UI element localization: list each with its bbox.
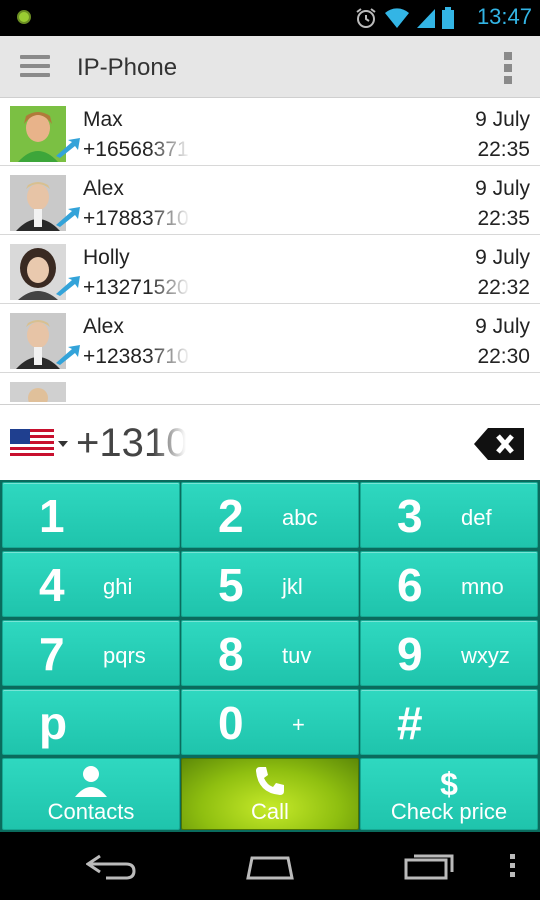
country-dropdown-icon[interactable] [58, 441, 68, 447]
key-letters: wxyz [461, 643, 510, 668]
key-2[interactable]: 2 abc [181, 482, 359, 548]
key-digit: # [397, 697, 423, 749]
contact-number: +12383710 [83, 345, 189, 368]
contact-number: +13271520 [83, 276, 189, 299]
key-digit: 5 [218, 559, 244, 611]
action-bar: IP-Phone [0, 36, 540, 98]
outgoing-call-icon [56, 276, 80, 296]
call-date: 9 July [475, 315, 530, 338]
key-4[interactable]: 4 ghi [2, 551, 180, 617]
key-digit: 3 [397, 490, 423, 542]
call-time: 22:35 [477, 207, 530, 230]
notification-icon [17, 10, 31, 24]
key-digit: 0 [218, 697, 244, 749]
status-icons [354, 6, 454, 30]
call-date: 9 July [475, 246, 530, 269]
contact-name: Holly [83, 246, 130, 269]
person-icon [75, 766, 107, 797]
key-0[interactable]: 0 + [181, 689, 359, 755]
dialed-number-field[interactable]: +1310 [76, 421, 186, 466]
call-time: 22:30 [477, 345, 530, 368]
contact-name: Alex [83, 177, 124, 200]
svg-text:$: $ [440, 766, 458, 799]
status-time: 13:47 [476, 4, 532, 29]
signal-icon [417, 9, 435, 28]
key-letters: pqrs [103, 643, 146, 668]
key-8[interactable]: 8 tuv [181, 620, 359, 686]
key-pause[interactable]: p [2, 689, 180, 755]
recent-apps-icon[interactable] [404, 850, 454, 880]
call-button[interactable]: Call [181, 758, 359, 830]
key-letters: abc [282, 505, 318, 530]
navigation-bar [0, 832, 540, 900]
app-title: IP-Phone [77, 54, 178, 81]
key-digit: 9 [397, 628, 423, 680]
home-icon[interactable] [242, 854, 298, 880]
key-letters: tuv [282, 643, 312, 668]
call-log-row[interactable]: Max +16568371 9 July 22:35 [0, 98, 540, 166]
key-3[interactable]: 3 def [360, 482, 538, 548]
call-log-row[interactable]: Holly +13271520 9 July 22:32 [0, 236, 540, 304]
key-letters: + [292, 712, 305, 737]
menu-icon[interactable] [20, 55, 50, 79]
us-flag-icon[interactable] [10, 429, 54, 459]
key-digit: 8 [218, 628, 244, 680]
back-icon[interactable] [86, 854, 136, 880]
key-9[interactable]: 9 wxyz [360, 620, 538, 686]
key-digit: 2 [218, 490, 244, 542]
call-date: 9 July [475, 108, 530, 131]
dial-input-bar: +1310 [0, 404, 540, 480]
backspace-icon[interactable] [474, 426, 526, 462]
key-5[interactable]: 5 jkl [181, 551, 359, 617]
check-price-label: Check price [390, 799, 508, 824]
call-date: 9 July [475, 177, 530, 200]
key-digit: 4 [39, 559, 65, 611]
key-7[interactable]: 7 pqrs [2, 620, 180, 686]
key-digit: 1 [39, 490, 65, 542]
overflow-menu-icon[interactable] [510, 854, 516, 881]
dollar-icon: $ [440, 766, 458, 799]
call-log-list[interactable]: Max +16568371 9 July 22:35 Alex +1788371… [0, 98, 540, 404]
key-hash[interactable]: # [360, 689, 538, 755]
key-digit: 6 [397, 559, 423, 611]
contacts-button[interactable]: Contacts [2, 758, 180, 830]
wifi-icon [385, 8, 409, 28]
contact-number: +16568371 [83, 138, 189, 161]
outgoing-call-icon [56, 345, 80, 365]
dial-keypad: 1 2 abc 3 def 4 ghi 5 jkl 6 mno 7 pqrs 8… [0, 480, 540, 832]
alarm-icon [356, 8, 376, 28]
contacts-label: Contacts [47, 799, 135, 824]
key-letters: mno [461, 574, 504, 599]
contact-name: Max [83, 108, 123, 131]
battery-icon [442, 7, 454, 29]
key-letters: jkl [282, 574, 303, 599]
call-label: Call [251, 799, 289, 824]
avatar [10, 382, 66, 402]
key-letters: def [461, 505, 492, 530]
phone-icon [256, 767, 284, 795]
contact-number: +17883710 [83, 207, 189, 230]
call-log-row[interactable]: Alex +12383710 9 July 22:30 [0, 305, 540, 373]
key-6[interactable]: 6 mno [360, 551, 538, 617]
overflow-menu-icon[interactable] [504, 52, 512, 84]
check-price-button[interactable]: $ Check price [360, 758, 538, 830]
outgoing-call-icon [56, 207, 80, 227]
call-time: 22:35 [477, 138, 530, 161]
contact-name: Alex [83, 315, 124, 338]
key-digit: 7 [39, 628, 65, 680]
call-time: 22:32 [477, 276, 530, 299]
call-log-row[interactable]: Alex +17883710 9 July 22:35 [0, 167, 540, 235]
key-digit: p [39, 697, 68, 749]
key-1[interactable]: 1 [2, 482, 180, 548]
status-bar: 13:47 [0, 0, 540, 36]
key-letters: ghi [103, 574, 133, 599]
outgoing-call-icon [56, 138, 80, 158]
